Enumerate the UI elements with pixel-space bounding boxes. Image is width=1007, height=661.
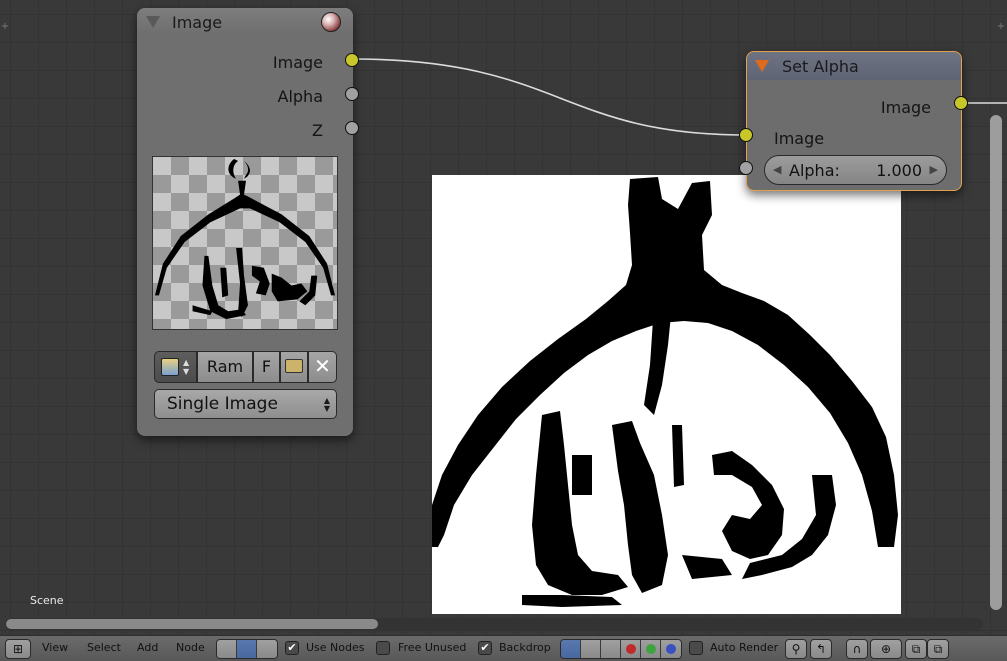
output-label-z: Z	[312, 121, 323, 140]
open-image-button[interactable]	[280, 351, 308, 383]
image-node-header[interactable]: Image	[137, 8, 353, 36]
shader-tree-button[interactable]	[217, 640, 237, 658]
material-preview-icon[interactable]	[321, 12, 341, 32]
plus-icon: +	[0, 21, 10, 32]
increment-arrow-icon[interactable]: ▶	[930, 163, 938, 176]
output-label-alpha: Alpha	[277, 87, 324, 106]
alpha-field-value: 1.000	[876, 161, 922, 180]
set-alpha-node-header[interactable]: Set Alpha	[747, 52, 961, 80]
use-nodes-label: Use Nodes	[306, 641, 365, 654]
collapse-arrow-icon[interactable]	[755, 60, 769, 72]
image-icon	[161, 358, 179, 376]
image-node-title: Image	[172, 13, 223, 32]
image-toolbar: ▲ ▼ Ram F ✕	[154, 351, 337, 383]
input-socket-image[interactable]	[739, 128, 753, 142]
free-unused-checkbox[interactable]	[376, 641, 390, 655]
pin-icon[interactable]: ⚲	[785, 639, 807, 659]
image-source-select[interactable]: Single Image ▲ ▼	[154, 389, 337, 419]
backdrop-channel-buttons	[560, 639, 682, 659]
image-thumbnail	[152, 156, 338, 330]
menu-view[interactable]: View	[42, 641, 68, 654]
scene-label: Scene	[30, 594, 64, 607]
paste-icon[interactable]: ⧉	[927, 639, 949, 659]
input-label-image: Image	[774, 129, 825, 148]
tree-type-buttons	[216, 639, 278, 659]
updown-arrow-icon: ▲ ▼	[183, 358, 190, 376]
texture-tree-button[interactable]	[257, 640, 277, 658]
menu-select[interactable]: Select	[87, 641, 121, 654]
red-channel-button[interactable]	[621, 640, 641, 658]
output-label-image: Image	[272, 53, 323, 72]
image-node[interactable]: Image Image Alpha Z ▲ ▼ Ram F ✕ Single I…	[137, 8, 359, 436]
node-editor-canvas[interactable]: + + Image Image Alpha Z ▲ ▼ Ram F ✕ Sing…	[0, 0, 1007, 635]
input-socket-alpha[interactable]	[739, 161, 753, 175]
snap-element-select[interactable]: ⊕	[870, 639, 902, 659]
auto-render-checkbox[interactable]	[689, 641, 703, 655]
menu-add[interactable]: Add	[137, 641, 158, 654]
horizontal-scrollbar-thumb[interactable]	[6, 619, 378, 629]
set-alpha-node-title: Set Alpha	[782, 57, 859, 76]
menu-node[interactable]: Node	[176, 641, 205, 654]
folder-icon	[285, 359, 303, 373]
set-alpha-node[interactable]: Set Alpha Image Image ◀ Alpha: 1.000 ▶	[739, 51, 968, 191]
copy-icon[interactable]: ⧉	[905, 639, 927, 659]
backdrop-image	[432, 175, 901, 614]
image-source-value: Single Image	[167, 394, 278, 414]
snap-toggle-icon[interactable]: ∩	[846, 639, 868, 659]
blue-channel-button[interactable]	[661, 640, 681, 658]
auto-render-label: Auto Render	[710, 641, 779, 654]
node-editor-header: ⊞ View Select Add Node ✔ Use Nodes Free …	[0, 635, 1007, 661]
output-socket-image[interactable]	[345, 53, 359, 67]
alpha-field-label: Alpha:	[789, 161, 840, 180]
plus-icon: +	[996, 21, 1006, 32]
alpha-channel-button[interactable]	[601, 640, 621, 658]
color-channel-button[interactable]	[581, 640, 601, 658]
ram-button[interactable]: Ram	[197, 351, 253, 383]
backdrop-checkbox[interactable]: ✔	[478, 641, 492, 655]
green-channel-button[interactable]	[641, 640, 661, 658]
output-socket-z[interactable]	[345, 121, 359, 135]
backdrop-label: Backdrop	[499, 641, 551, 654]
horizontal-scrollbar[interactable]	[5, 618, 983, 630]
decrement-arrow-icon[interactable]: ◀	[773, 163, 781, 176]
output-socket-alpha[interactable]	[345, 87, 359, 101]
compositing-tree-button[interactable]	[237, 640, 257, 658]
output-label-image: Image	[880, 98, 931, 117]
unlink-image-button[interactable]: ✕	[308, 351, 337, 383]
parent-tree-icon[interactable]: ↰	[810, 639, 832, 659]
fake-user-button[interactable]: F	[253, 351, 280, 383]
updown-arrow-icon: ▲ ▼	[323, 396, 330, 413]
vertical-scrollbar[interactable]	[990, 115, 1002, 610]
alpha-number-field[interactable]: ◀ Alpha: 1.000 ▶	[764, 155, 947, 185]
editor-type-button[interactable]: ⊞	[5, 639, 31, 659]
free-unused-label: Free Unused	[398, 641, 467, 654]
image-browse-button[interactable]: ▲ ▼	[154, 351, 197, 383]
use-nodes-checkbox[interactable]: ✔	[285, 641, 299, 655]
output-socket-image[interactable]	[954, 96, 968, 110]
collapse-arrow-icon[interactable]	[146, 16, 160, 28]
color-alpha-channel-button[interactable]	[561, 640, 581, 658]
